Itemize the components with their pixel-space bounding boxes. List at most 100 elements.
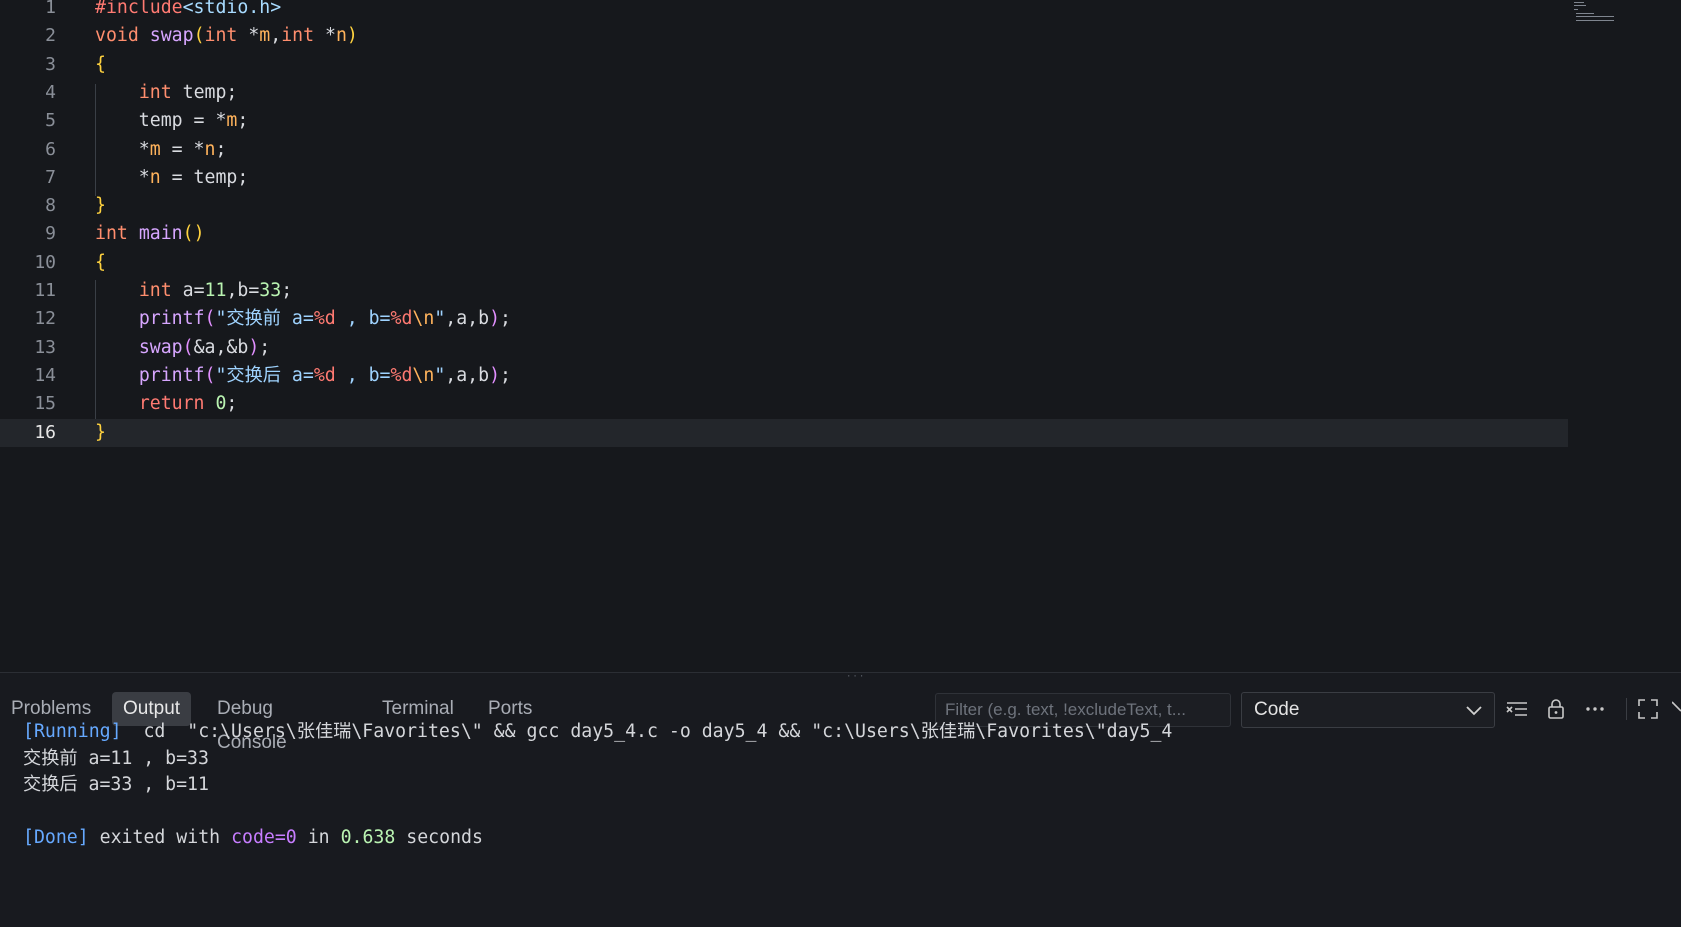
code-text: temp = *m; xyxy=(95,107,249,135)
code-token: n xyxy=(204,138,216,160)
code-token: * xyxy=(95,166,150,188)
code-token: ; xyxy=(237,110,249,132)
code-line[interactable]: 16} xyxy=(0,418,1568,447)
code-token: ( xyxy=(204,308,216,330)
output-line: [Done] exited with code=0 in 0.638 secon… xyxy=(23,824,483,852)
more-actions-icon[interactable] xyxy=(1582,696,1608,722)
output-token: 交换后 a=33 , b=11 xyxy=(23,774,209,796)
code-line[interactable]: 8} xyxy=(0,192,1568,220)
code-line[interactable]: 15 return 0; xyxy=(0,390,1568,418)
code-text: } xyxy=(95,419,106,447)
code-token: () xyxy=(182,223,205,245)
code-text: *n = temp; xyxy=(95,164,249,192)
code-line[interactable]: 5 temp = *m; xyxy=(0,107,1568,135)
code-token: ; xyxy=(500,364,511,386)
line-number: 11 xyxy=(34,280,56,301)
code-text: #include<stdio.h> xyxy=(95,0,281,22)
code-line[interactable]: 6 *m = *n; xyxy=(0,136,1568,164)
line-number: 4 xyxy=(45,81,56,103)
code-token: ; xyxy=(226,393,238,415)
code-token: ) xyxy=(489,364,501,386)
code-line[interactable]: 12 printf("交换前 a=%d , b=%d\n",a,b); xyxy=(0,305,1568,333)
output-log[interactable]: [Running] cd "c:\Users\张佳瑞\Favorites\" &… xyxy=(0,722,1681,927)
code-token: int xyxy=(138,81,172,103)
code-token: int xyxy=(95,223,128,245)
code-text: void swap(int *m,int *n) xyxy=(95,22,358,50)
code-line[interactable]: 2 void swap(int *m,int *n) xyxy=(0,22,1568,50)
tab-problems[interactable]: Problems xyxy=(0,692,102,726)
code-token: void xyxy=(95,25,139,47)
code-line[interactable]: 11 int a=11,b=33; xyxy=(0,277,1568,305)
code-token: { xyxy=(95,53,106,75)
output-channel-value: Code xyxy=(1254,699,1300,720)
close-icon[interactable] xyxy=(1672,696,1681,722)
output-line: 交换前 a=11 , b=33 xyxy=(23,745,209,773)
output-token: cd "c:\Users\张佳瑞\Favorites\" && gcc day5… xyxy=(121,722,1173,742)
line-number: 16 xyxy=(34,421,56,443)
code-token: swap xyxy=(149,25,194,47)
line-number: 10 xyxy=(34,251,56,273)
code-token: int xyxy=(204,25,238,47)
tab-ports[interactable]: Ports xyxy=(477,692,543,726)
code-token: } xyxy=(95,421,106,443)
lock-icon[interactable] xyxy=(1543,696,1569,722)
code-token: } xyxy=(95,195,106,217)
code-token: \n xyxy=(412,308,435,330)
code-token: { xyxy=(95,251,106,273)
output-token: exited with xyxy=(88,827,232,849)
code-token: m xyxy=(149,138,161,160)
line-number: 1 xyxy=(45,0,56,18)
code-token: ,a,b xyxy=(445,364,490,386)
code-line[interactable]: 4 int temp; xyxy=(0,79,1568,107)
minimap[interactable] xyxy=(1574,0,1614,30)
code-line[interactable]: 7 *n = temp; xyxy=(0,164,1568,192)
code-token: 0 xyxy=(215,393,227,415)
code-token: "交换后 a= xyxy=(215,364,314,386)
output-line: [Running] cd "c:\Users\张佳瑞\Favorites\" &… xyxy=(23,722,1172,746)
code-token: #include xyxy=(95,0,183,18)
code-line[interactable]: 13 swap(&a,&b); xyxy=(0,334,1568,362)
clear-output-icon[interactable] xyxy=(1504,696,1530,722)
tab-terminal[interactable]: Terminal xyxy=(371,692,465,726)
code-line[interactable]: 14 printf("交换后 a=%d , b=%d\n",a,b); xyxy=(0,362,1568,390)
code-token: <stdio.h> xyxy=(182,0,282,18)
sash-grip-icon: ··· xyxy=(846,672,866,682)
code-text: printf("交换前 a=%d , b=%d\n",a,b); xyxy=(95,305,511,333)
line-number: 13 xyxy=(34,336,56,358)
line-number: 5 xyxy=(45,110,56,132)
code-token: ) xyxy=(489,308,501,330)
code-line[interactable]: 9 int main() xyxy=(0,220,1568,248)
maximize-icon[interactable] xyxy=(1635,696,1661,722)
output-line: 交换后 a=33 , b=11 xyxy=(23,771,209,799)
code-token: printf xyxy=(138,364,205,386)
line-number: 12 xyxy=(34,308,56,330)
code-line[interactable]: 1 #include<stdio.h> xyxy=(0,0,1568,22)
line-number: 8 xyxy=(45,195,56,217)
line-number: 3 xyxy=(45,53,56,75)
code-line[interactable]: 3{ xyxy=(0,51,1568,79)
line-number: 6 xyxy=(45,138,56,160)
code-token: ,b= xyxy=(226,280,260,301)
code-token: ) xyxy=(346,25,358,47)
code-text: return 0; xyxy=(95,390,238,418)
code-token: = * xyxy=(160,138,205,160)
output-token: seconds xyxy=(395,827,483,849)
tab-output[interactable]: Output xyxy=(112,692,192,726)
code-token: swap xyxy=(138,336,183,358)
code-token: ; xyxy=(259,336,271,358)
code-token: a= xyxy=(171,280,205,301)
code-token: %d xyxy=(390,364,413,386)
code-token: main xyxy=(138,223,183,245)
tab-debug-console[interactable]: Debug Console xyxy=(206,692,298,753)
code-line[interactable]: 10 { xyxy=(0,249,1568,277)
code-token: = temp; xyxy=(160,166,249,188)
output-token: [Done] xyxy=(23,827,89,849)
code-token: 33 xyxy=(259,280,282,301)
code-token: %d xyxy=(313,364,336,386)
code-token: n xyxy=(149,166,161,188)
code-editor[interactable]: 1 #include<stdio.h> 2 void swap(int *m,int … xyxy=(0,0,1681,672)
